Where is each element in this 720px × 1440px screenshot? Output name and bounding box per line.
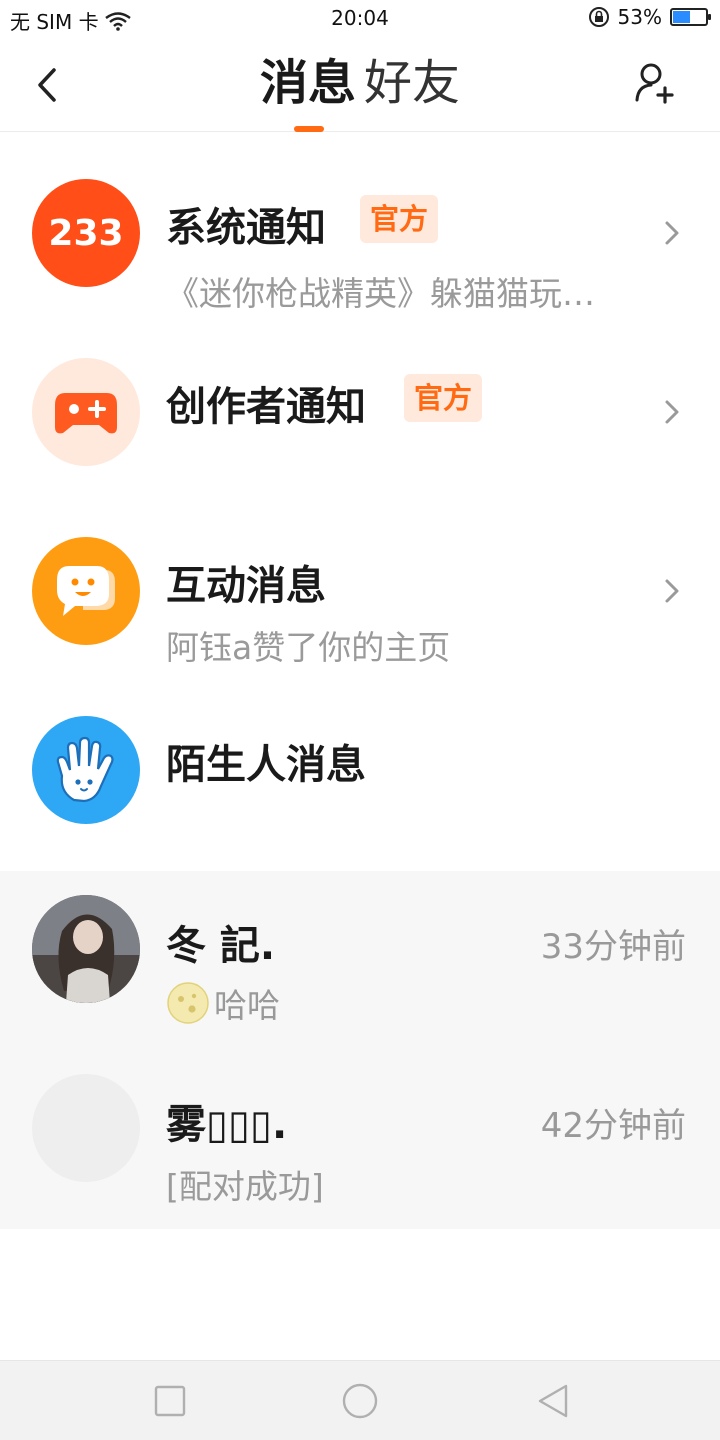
- official-badge: 官方: [360, 195, 439, 243]
- battery-icon: [670, 8, 711, 26]
- hand-graphic: [56, 736, 114, 803]
- moon-face-icon: [167, 982, 209, 1024]
- chat-row[interactable]: 雾▯▯▯. 42分钟前 [配对成功]: [0, 1050, 720, 1229]
- row-subtitle: 《迷你枪战精英》躲猫猫玩…: [166, 274, 595, 313]
- 233-logo-graphic: 233: [48, 213, 123, 254]
- add-friend-button[interactable]: [634, 60, 684, 110]
- recent-apps-button[interactable]: [150, 1381, 190, 1421]
- battery-fill: [673, 11, 690, 23]
- home-button[interactable]: [340, 1381, 380, 1421]
- battery-tip: [708, 14, 711, 20]
- chat-row[interactable]: 冬 記. 33分钟前 哈哈: [0, 871, 720, 1050]
- chevron-right-icon: [665, 579, 679, 603]
- active-tab-indicator: [294, 126, 324, 132]
- interaction-messages-row[interactable]: 互动消息 阿钰a赞了你的主页: [0, 501, 720, 680]
- chat-time: 42分钟前: [540, 1106, 686, 1146]
- avatar-photo: [32, 895, 140, 1003]
- chat-time: 33分钟前: [540, 927, 686, 967]
- header: 消息 好友: [0, 38, 720, 132]
- status-bar: 无 SIM 卡 20:04 53%: [0, 0, 720, 38]
- tab-bar: 消息 好友: [0, 52, 720, 114]
- chat-message: 哈哈: [214, 986, 280, 1025]
- row-subtitle: 阿钰a赞了你的主页: [166, 628, 451, 667]
- smile-chat-icon: [32, 537, 140, 645]
- row-title: 创作者通知: [166, 384, 366, 430]
- gamepad-graphic: [55, 393, 117, 434]
- 233-logo-icon: 233: [32, 179, 140, 287]
- avatar: [32, 1074, 140, 1182]
- waving-hand-icon: [32, 716, 140, 824]
- creator-notice-row[interactable]: 创作者通知 官方: [0, 322, 720, 501]
- battery-percent: 53%: [617, 5, 662, 29]
- avatar: [32, 895, 140, 1003]
- tab-messages[interactable]: 消息: [258, 52, 358, 114]
- add-user-icon: [635, 63, 674, 104]
- chevron-right-icon: [665, 400, 679, 424]
- stranger-messages-row[interactable]: 陌生人消息: [0, 680, 720, 859]
- chat-name: 雾▯▯▯.: [166, 1102, 288, 1148]
- system-nav-bar: [0, 1360, 720, 1440]
- official-badge: 官方: [404, 374, 483, 422]
- row-title: 互动消息: [166, 563, 326, 609]
- system-notice-row[interactable]: 233 系统通知 官方 《迷你枪战精英》躲猫猫玩…: [0, 143, 720, 322]
- tab-friends[interactable]: 好友: [362, 52, 462, 114]
- chat-name: 冬 記.: [166, 923, 276, 969]
- chat-preview: 哈哈: [166, 979, 280, 1027]
- rotation-lock-icon: [588, 7, 609, 27]
- row-title: 陌生人消息: [166, 742, 366, 788]
- chat-list: 冬 記. 33分钟前 哈哈 雾▯▯▯. 42分钟前 [配对成功]: [0, 871, 720, 1229]
- chevron-right-icon: [665, 221, 679, 245]
- svg-text:233: 233: [48, 213, 123, 254]
- gamepad-icon: [32, 358, 140, 466]
- row-title: 系统通知: [166, 205, 326, 251]
- status-right: 53%: [588, 5, 711, 29]
- back-nav-button[interactable]: [534, 1381, 574, 1421]
- chat-message: [配对成功]: [166, 1167, 324, 1206]
- chat-bubble-graphic: [57, 566, 115, 616]
